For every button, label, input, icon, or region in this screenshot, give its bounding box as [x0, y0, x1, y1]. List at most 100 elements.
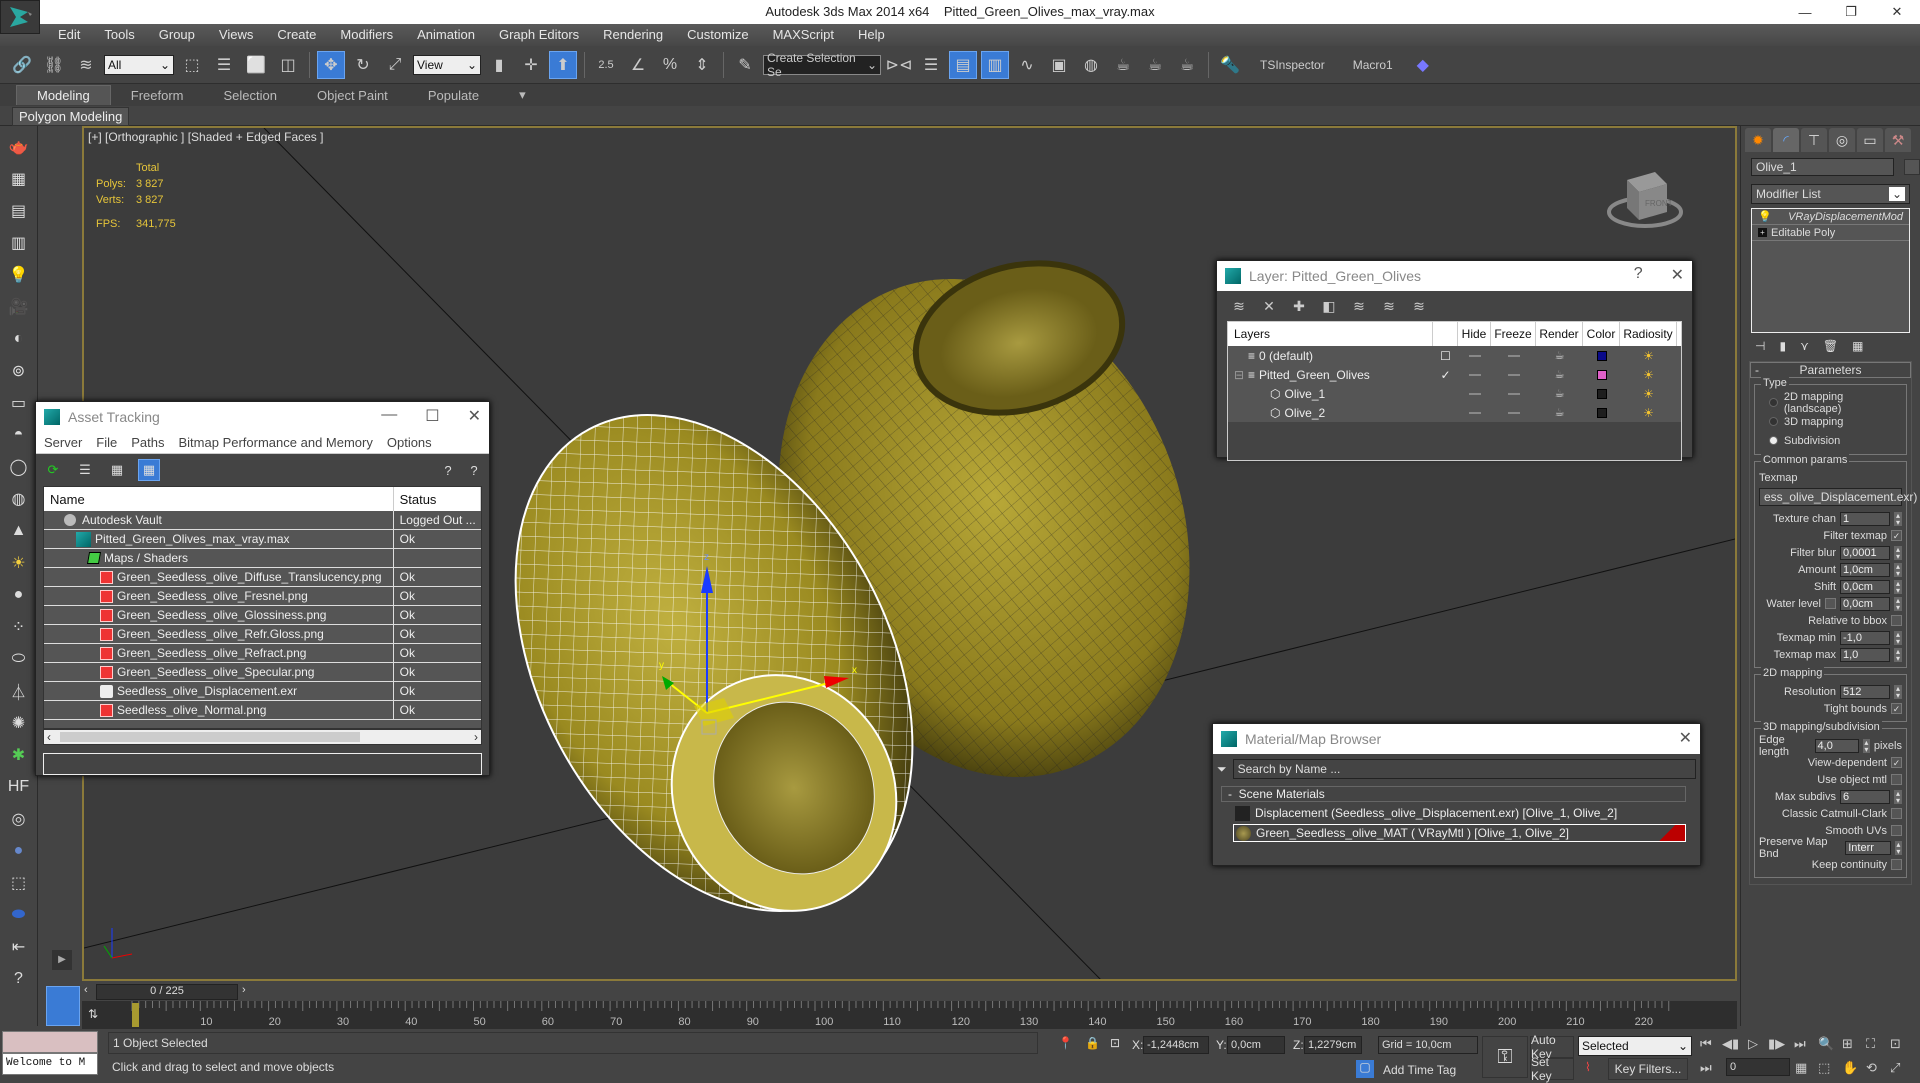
- asset-row[interactable]: Seedless_olive_Normal.png Ok: [44, 701, 481, 720]
- tab-selection[interactable]: Selection: [204, 86, 297, 105]
- menu-customize[interactable]: Customize: [675, 24, 760, 46]
- orbit-icon[interactable]: ⟲: [1866, 1060, 1877, 1076]
- table-view-icon[interactable]: ▦: [138, 459, 160, 481]
- display-tab-icon[interactable]: ▭: [1857, 128, 1883, 152]
- pan-view-icon[interactable]: ✋: [1842, 1060, 1858, 1076]
- object-color-swatch[interactable]: [1904, 159, 1920, 175]
- spinner[interactable]: ▴ ▾: [1894, 545, 1902, 560]
- tsinspector-button[interactable]: TSInspector: [1248, 58, 1337, 72]
- render-setup-icon[interactable]: ☕: [1109, 51, 1137, 79]
- spinner[interactable]: ▴ ▾: [1894, 579, 1902, 594]
- checkbox[interactable]: ✓: [1891, 757, 1902, 768]
- layer-color-swatch[interactable]: [1583, 403, 1620, 422]
- current-layer-toggle[interactable]: [1433, 384, 1458, 403]
- asset-row[interactable]: Maps / Shaders: [44, 549, 481, 568]
- mirror-icon[interactable]: ⊳⊲: [885, 51, 913, 79]
- time-slider-thumb[interactable]: 0 / 225: [96, 984, 238, 1000]
- grid-macro-icon[interactable]: ◆: [1409, 51, 1437, 79]
- open-mini-curve-editor-icon[interactable]: ⇅: [88, 1007, 98, 1021]
- motion-tab-icon[interactable]: ◎: [1829, 128, 1855, 152]
- menu-server[interactable]: Server: [44, 435, 82, 450]
- asset-row[interactable]: Autodesk Vault Logged Out ...: [44, 511, 481, 530]
- radiosity-toggle[interactable]: ☀: [1620, 365, 1677, 384]
- dome-icon[interactable]: ●: [6, 582, 32, 608]
- grid-points-icon[interactable]: ⁘: [6, 614, 32, 640]
- close-icon[interactable]: ✕: [1679, 728, 1692, 748]
- manipulate-icon[interactable]: ✛: [517, 51, 545, 79]
- render-production-icon[interactable]: ☕: [1173, 51, 1201, 79]
- maximize-viewport-icon[interactable]: ⤢: [1890, 1060, 1900, 1076]
- column-freeze[interactable]: Freeze: [1491, 322, 1536, 346]
- macro1-button[interactable]: Macro1: [1341, 58, 1405, 72]
- key-mode-dropdown[interactable]: Selected ⌄: [1578, 1036, 1692, 1056]
- stack-item-vraydisplacementmod[interactable]: 💡 VRayDisplacementMod: [1752, 209, 1909, 225]
- bind-space-warp-icon[interactable]: ≋: [72, 51, 100, 79]
- utilities-tab-icon[interactable]: ⚒: [1885, 128, 1911, 152]
- layer-row[interactable]: ≡ 0 (default) ☐ ☕ ☀: [1228, 346, 1681, 365]
- layer-manager-titlebar[interactable]: Layer: Pitted_Green_Olives ? ✕: [1217, 261, 1692, 291]
- layer-row[interactable]: ⊟ ≡ Pitted_Green_Olives ✓ ☕ ☀: [1228, 365, 1681, 384]
- horizontal-scrollbar[interactable]: ‹ ›: [43, 729, 482, 745]
- select-and-link-icon[interactable]: 🔗: [8, 51, 36, 79]
- scene-materials-group[interactable]: - Scene Materials: [1221, 786, 1686, 802]
- freeze-toggle[interactable]: [1491, 346, 1536, 365]
- help-icon[interactable]: ?: [6, 966, 32, 992]
- select-object-icon[interactable]: ⬚: [178, 51, 206, 79]
- menu-modifiers[interactable]: Modifiers: [328, 24, 405, 46]
- material-browser-titlebar[interactable]: Material/Map Browser ✕: [1213, 724, 1700, 754]
- param-value-field[interactable]: 4,0: [1814, 738, 1859, 753]
- radiosity-toggle[interactable]: ☀: [1620, 384, 1677, 403]
- spinner[interactable]: ▴ ▾: [1894, 684, 1902, 699]
- listener-output[interactable]: [2, 1031, 98, 1053]
- hierarchy-tab-icon[interactable]: ⊤: [1801, 128, 1827, 152]
- restore-button[interactable]: ❐: [1828, 0, 1874, 24]
- asset-row[interactable]: Green_Seedless_olive_Specular.png Ok: [44, 663, 481, 682]
- freeze-toggle[interactable]: [1491, 384, 1536, 403]
- key-tangent-icon[interactable]: ⌇: [1585, 1060, 1591, 1074]
- freeze-toggle[interactable]: [1491, 403, 1536, 422]
- create-tab-icon[interactable]: ✹: [1745, 128, 1771, 152]
- material-search-input[interactable]: Search by Name ...: [1232, 759, 1696, 779]
- column-render[interactable]: Render: [1536, 322, 1583, 346]
- zoom-extents-icon[interactable]: ⛶: [1866, 1036, 1875, 1052]
- capsule-icon[interactable]: ⬭: [6, 646, 32, 672]
- freeze-toggle[interactable]: [1491, 365, 1536, 384]
- configure-modifier-sets-icon[interactable]: ▦: [1852, 339, 1863, 353]
- thumbnail-view-icon[interactable]: ▦: [106, 459, 128, 481]
- column-layers[interactable]: Layers: [1228, 322, 1433, 346]
- tab-populate[interactable]: Populate: [408, 86, 499, 105]
- percent-snap-icon[interactable]: %: [656, 51, 684, 79]
- scene-explorer-icon[interactable]: ▥: [981, 50, 1009, 79]
- nest-icon[interactable]: ◎: [6, 806, 32, 832]
- y-coordinate-field[interactable]: 0,0cm: [1227, 1036, 1285, 1054]
- rendered-frame-window-icon[interactable]: ☕: [1141, 51, 1169, 79]
- delete-layer-icon[interactable]: ✕: [1259, 296, 1279, 316]
- radiosity-toggle[interactable]: ☀: [1620, 403, 1677, 422]
- column-hide[interactable]: Hide: [1458, 322, 1491, 346]
- checkbox[interactable]: [1825, 598, 1836, 609]
- param-value-field[interactable]: 1,0: [1840, 647, 1890, 662]
- material-item[interactable]: Displacement (Seedless_olive_Displacemen…: [1233, 804, 1686, 822]
- spinner[interactable]: ▴ ▾: [1894, 630, 1902, 645]
- hide-toggle[interactable]: [1458, 365, 1491, 384]
- menu-graph-editors[interactable]: Graph Editors: [487, 24, 591, 46]
- asset-row[interactable]: Pitted_Green_Olives_max_vray.max Ok: [44, 530, 481, 549]
- mini-listener-button[interactable]: [46, 986, 80, 1026]
- asset-row[interactable]: Green_Seedless_olive_Glossiness.png Ok: [44, 606, 481, 625]
- browser-options-icon[interactable]: ⏷: [1217, 762, 1227, 777]
- cone-icon[interactable]: ▲: [6, 518, 32, 544]
- zoom-region-icon[interactable]: ⬚: [1818, 1060, 1830, 1076]
- add-to-layer-icon[interactable]: ✚: [1289, 296, 1309, 316]
- plane-icon[interactable]: ▭: [6, 390, 32, 416]
- spinner[interactable]: ▴ ▾: [1894, 840, 1902, 855]
- render-toggle[interactable]: ☕: [1536, 365, 1583, 384]
- menu-rendering[interactable]: Rendering: [591, 24, 675, 46]
- time-tag-icon[interactable]: ▢: [1356, 1060, 1374, 1078]
- tab-object-paint[interactable]: Object Paint: [297, 86, 408, 105]
- asset-row[interactable]: Seedless_olive_Displacement.exr Ok: [44, 682, 481, 701]
- asset-row[interactable]: Green_Seedless_olive_Fresnel.png Ok: [44, 587, 481, 606]
- minimize-button[interactable]: —: [1782, 0, 1828, 24]
- type-radio-option[interactable]: 3D mapping: [1759, 412, 1902, 431]
- window-crossing-icon[interactable]: ◫: [274, 51, 302, 79]
- goto-start-icon[interactable]: ⏮: [1700, 1036, 1712, 1052]
